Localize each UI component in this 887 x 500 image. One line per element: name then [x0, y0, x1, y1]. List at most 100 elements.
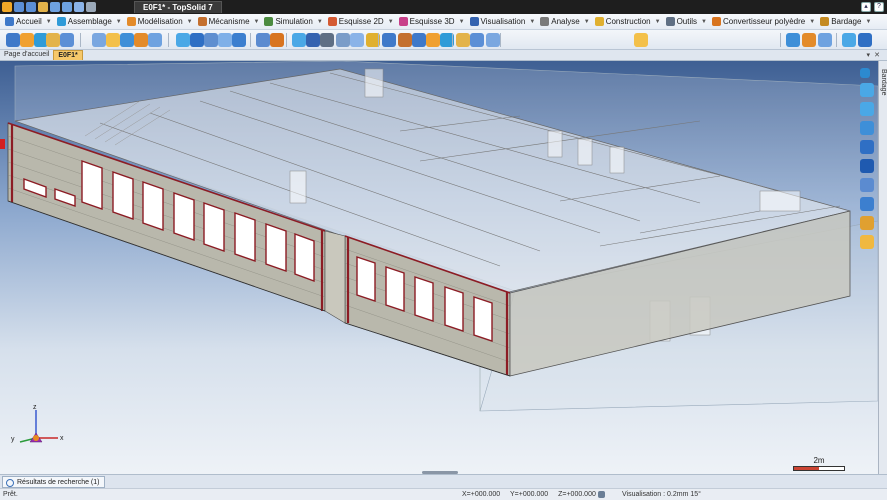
chevron-down-icon[interactable]: ▼ [116, 19, 122, 25]
toolbar-command-icon[interactable] [382, 33, 396, 47]
side-panel-strip[interactable]: Bardage [878, 61, 887, 474]
toolbar-command-icon[interactable] [456, 33, 470, 47]
menu-assembly[interactable]: Assemblage ▼ [55, 15, 125, 29]
palette-icon[interactable] [860, 216, 874, 230]
display-settings-icon[interactable] [598, 491, 605, 498]
toolbar-command-icon[interactable] [786, 33, 800, 47]
toolbar-command-icon[interactable] [46, 33, 60, 47]
menu-label: Accueil [16, 17, 42, 26]
front-wall-gap [324, 230, 346, 324]
3d-viewport[interactable] [0, 61, 878, 474]
toolbar-command-icon[interactable] [60, 33, 74, 47]
chevron-down-icon[interactable]: ▼ [529, 19, 535, 25]
ribbon-collapse-icon[interactable]: ▴ [861, 2, 871, 12]
toolbar-command-icon[interactable] [176, 33, 190, 47]
toolbar-command-icon[interactable] [20, 33, 34, 47]
toolbar-command-icon[interactable] [218, 33, 232, 47]
menu-visualisation[interactable]: Visualisation ▼ [468, 15, 539, 29]
tab-menu-icon[interactable]: ▾ [866, 51, 870, 59]
toolbar-command-icon[interactable] [148, 33, 162, 47]
undo-icon[interactable] [50, 2, 60, 12]
menu-home[interactable]: Accueil ▼ [3, 15, 55, 29]
menu-tools[interactable]: Outils ▼ [664, 15, 710, 29]
chevron-down-icon[interactable]: ▼ [865, 19, 871, 25]
toolbar-separator [168, 33, 169, 47]
chevron-down-icon[interactable]: ▼ [388, 19, 394, 25]
modeling-icon [126, 17, 136, 26]
toolbar-command-icon[interactable] [92, 33, 106, 47]
chevron-down-icon[interactable]: ▼ [655, 19, 661, 25]
chevron-down-icon[interactable]: ▼ [701, 19, 707, 25]
menu-sketch-3d[interactable]: Esquisse 3D ▼ [397, 15, 468, 29]
menu-simulation[interactable]: Simulation ▼ [262, 15, 325, 29]
cladding-icon [820, 17, 830, 26]
view-rotate-icon[interactable] [860, 140, 874, 154]
chevron-down-icon[interactable]: ▼ [584, 19, 590, 25]
tab-search-results[interactable]: Résultats de recherche (1) [2, 476, 106, 488]
cube-view-icon[interactable] [860, 197, 874, 211]
close-tab-icon[interactable]: ✕ [874, 51, 880, 59]
app-menu-icon[interactable] [2, 2, 12, 12]
toolbar-command-icon[interactable] [412, 33, 426, 47]
toolbar-separator [80, 33, 81, 47]
toolbar-command-icon[interactable] [858, 33, 872, 47]
tab-home-page[interactable]: Page d'accueil [0, 50, 53, 60]
chevron-down-icon[interactable]: ▼ [46, 19, 52, 25]
visualisation-icon [469, 17, 479, 26]
menu-sketch-2d[interactable]: Esquisse 2D ▼ [326, 15, 397, 29]
menu-cladding[interactable]: Bardage ▼ [818, 15, 874, 29]
toolbar-command-icon[interactable] [232, 33, 246, 47]
chevron-down-icon[interactable]: ▼ [809, 19, 815, 25]
help-query-icon[interactable] [860, 235, 874, 249]
toolbar-command-icon[interactable] [6, 33, 20, 47]
chevron-down-icon[interactable]: ▼ [187, 19, 193, 25]
toolbar-command-icon[interactable] [802, 33, 816, 47]
menu-construction[interactable]: Construction ▼ [593, 15, 664, 29]
redo-icon[interactable] [62, 2, 72, 12]
toolbar-command-icon[interactable] [320, 33, 334, 47]
toolbar-command-icon[interactable] [842, 33, 856, 47]
toolbar-separator [780, 33, 781, 47]
toolbar-command-icon[interactable] [336, 33, 350, 47]
zoom-icon[interactable] [860, 178, 874, 192]
settings-icon[interactable] [86, 2, 96, 12]
axis-x-icon[interactable] [860, 83, 874, 97]
toolbar-command-icon[interactable] [120, 33, 134, 47]
help-icon[interactable]: ? [874, 2, 884, 12]
toolbar-command-icon[interactable] [426, 33, 440, 47]
filter-icon[interactable] [860, 68, 870, 78]
menu-polyhedron-converter[interactable]: Convertisseur polyèdre ▼ [710, 15, 818, 29]
axis-y-icon[interactable] [860, 102, 874, 116]
toolbar-command-icon[interactable] [270, 33, 284, 47]
toolbar-command-icon[interactable] [106, 33, 120, 47]
save-icon[interactable] [14, 2, 24, 12]
toolbar-command-icon[interactable] [486, 33, 500, 47]
chevron-down-icon[interactable]: ▼ [459, 19, 465, 25]
toolbar-command-icon[interactable] [306, 33, 320, 47]
toolbar-command-icon[interactable] [818, 33, 832, 47]
menu-mechanism[interactable]: Mécanisme ▼ [196, 15, 263, 29]
save-all-icon[interactable] [26, 2, 36, 12]
toolbar-command-icon[interactable] [256, 33, 270, 47]
toolbar-command-icon[interactable] [350, 33, 364, 47]
toolbar-command-icon[interactable] [134, 33, 148, 47]
toolbar-command-icon[interactable] [634, 33, 648, 47]
tab-e0f1[interactable]: E0F1* [53, 50, 83, 60]
menu-modeling[interactable]: Modélisation ▼ [125, 15, 196, 29]
axis-z-icon[interactable] [860, 121, 874, 135]
chevron-down-icon[interactable]: ▼ [254, 19, 260, 25]
building-model [0, 61, 878, 412]
toolbar-command-icon[interactable] [398, 33, 412, 47]
open-icon[interactable] [38, 2, 48, 12]
visualisation-setting[interactable]: Visualisation : 0.2mm 15° [622, 489, 701, 500]
menu-analysis[interactable]: Analyse ▼ [538, 15, 592, 29]
pen-icon[interactable] [74, 2, 84, 12]
chevron-down-icon[interactable]: ▼ [317, 19, 323, 25]
toolbar-command-icon[interactable] [470, 33, 484, 47]
toolbar-command-icon[interactable] [190, 33, 204, 47]
render-mode-icon[interactable] [860, 159, 874, 173]
toolbar-command-icon[interactable] [204, 33, 218, 47]
toolbar-command-icon[interactable] [292, 33, 306, 47]
toolbar-separator [250, 33, 251, 47]
side-panel-label[interactable]: Bardage [880, 69, 887, 95]
